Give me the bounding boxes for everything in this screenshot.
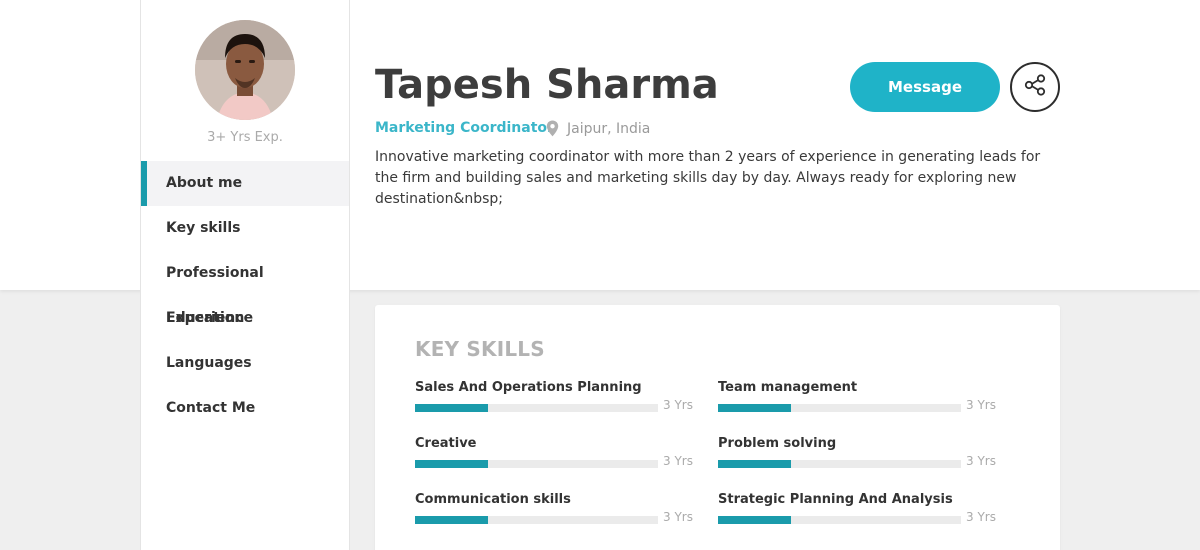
skill-item: Communication skills 3 Yrs xyxy=(415,492,695,532)
skill-name: Communication skills xyxy=(415,492,571,507)
skill-progress-track xyxy=(415,404,658,412)
sidebar-item-languages[interactable]: Languages xyxy=(141,341,349,386)
key-skills-title: KEY SKILLS xyxy=(415,337,545,361)
skill-name: Problem solving xyxy=(718,436,837,451)
skill-years: 3 Yrs xyxy=(966,398,996,412)
skill-progress-track xyxy=(718,460,961,468)
skill-item: Creative 3 Yrs xyxy=(415,436,695,476)
skill-item: Problem solving 3 Yrs xyxy=(718,436,998,476)
sidebar-nav: About me Key skills Professional Experie… xyxy=(141,161,349,431)
share-button[interactable] xyxy=(1010,62,1060,112)
skill-progress-track xyxy=(718,516,961,524)
skill-progress-track xyxy=(415,516,658,524)
skill-years: 3 Yrs xyxy=(663,454,693,468)
sidebar-item-professional-experience[interactable]: Professional Experience xyxy=(141,251,349,326)
skill-progress-track xyxy=(415,460,658,468)
avatar xyxy=(195,20,295,120)
profile-name: Tapesh Sharma xyxy=(375,62,719,108)
experience-label: 3+ Yrs Exp. xyxy=(207,130,283,145)
skill-item: Team management 3 Yrs xyxy=(718,380,998,420)
skill-years: 3 Yrs xyxy=(663,398,693,412)
skill-progress-fill xyxy=(415,460,488,468)
skill-item: Sales And Operations Planning 3 Yrs xyxy=(415,380,695,420)
skill-progress-fill xyxy=(718,404,791,412)
profile-role: Marketing Coordinator xyxy=(375,120,554,136)
skill-item: Strategic Planning And Analysis 3 Yrs xyxy=(718,492,998,532)
skill-progress-fill xyxy=(415,516,488,524)
share-icon xyxy=(1023,73,1047,101)
skill-name: Strategic Planning And Analysis xyxy=(718,492,953,507)
skill-name: Team management xyxy=(718,380,858,395)
skill-name: Sales And Operations Planning xyxy=(415,380,642,395)
sidebar-item-key-skills[interactable]: Key skills xyxy=(141,206,349,251)
sidebar-item-contact-me[interactable]: Contact Me xyxy=(141,386,349,431)
sidebar-item-about-me[interactable]: About me xyxy=(141,161,349,206)
location-pin-icon xyxy=(546,120,559,141)
skill-progress-fill xyxy=(718,460,791,468)
skill-years: 3 Yrs xyxy=(966,454,996,468)
skill-progress-track xyxy=(718,404,961,412)
profile-location: Jaipur, India xyxy=(567,121,651,137)
skill-years: 3 Yrs xyxy=(663,510,693,524)
skill-name: Creative xyxy=(415,436,477,451)
skill-progress-fill xyxy=(415,404,488,412)
key-skills-card: KEY SKILLS Sales And Operations Planning… xyxy=(375,305,1060,550)
sidebar: 3+ Yrs Exp. About me Key skills Professi… xyxy=(140,0,350,550)
skill-years: 3 Yrs xyxy=(966,510,996,524)
sidebar-item-education[interactable]: Education xyxy=(141,296,349,341)
profile-bio: Innovative marketing coordinator with mo… xyxy=(375,149,1041,207)
message-button[interactable]: Message xyxy=(850,62,1000,112)
skill-progress-fill xyxy=(718,516,791,524)
